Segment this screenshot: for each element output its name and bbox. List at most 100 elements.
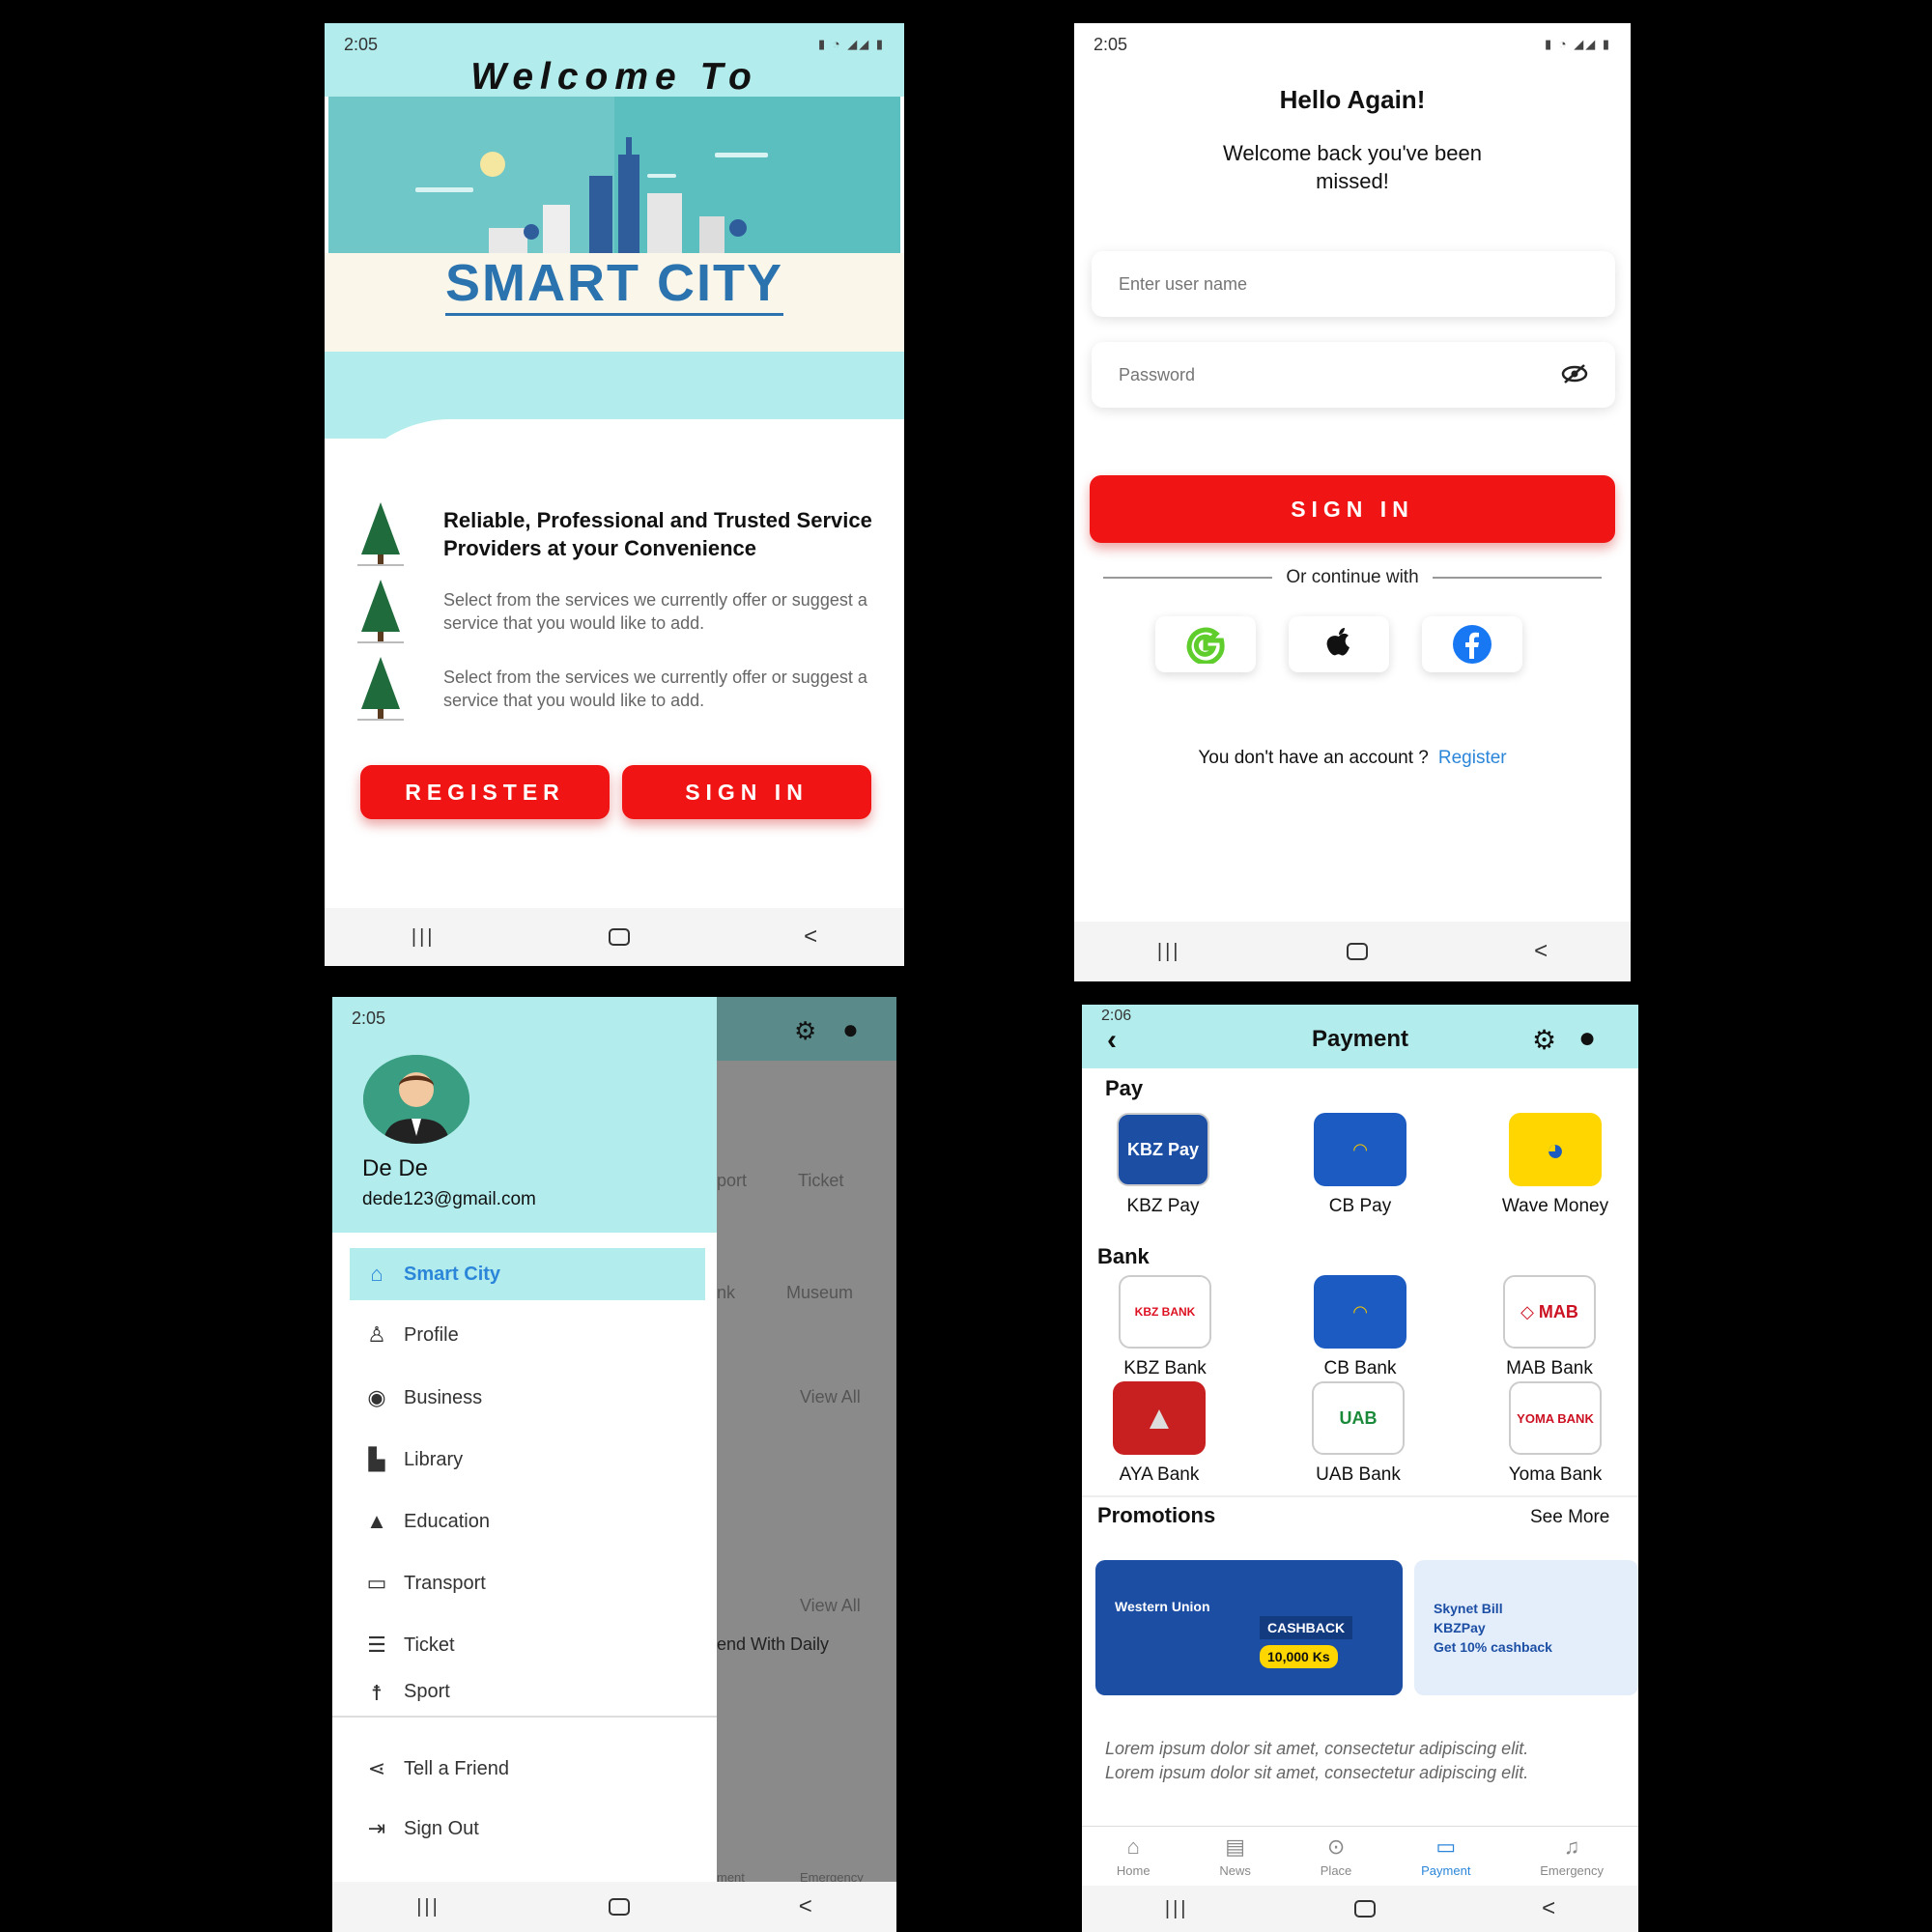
bottom-tab-bar: ⌂ Home ▤ News ⊙ Place ▭ Payment ♫ Emergency	[1082, 1826, 1638, 1886]
smart-city-logo: SMART CITY	[325, 253, 904, 316]
google-icon	[1186, 627, 1225, 664]
drawer-divider	[332, 1716, 717, 1718]
bank-option-uab[interactable]: UAB UAB Bank	[1281, 1381, 1435, 1486]
android-nav-bar: ||| <	[332, 1882, 896, 1932]
menu-item-library[interactable]: ▙ Library	[350, 1434, 705, 1486]
bell-alert-icon: ♫	[1563, 1834, 1580, 1859]
gear-icon[interactable]: ⚙	[1532, 1024, 1556, 1056]
recent-apps-icon[interactable]: |||	[1157, 941, 1181, 963]
facebook-button[interactable]	[1422, 616, 1522, 672]
promo-card[interactable]: Skynet Bill KBZPay Get 10% cashback	[1414, 1560, 1638, 1695]
sign-out-item[interactable]: ⇥ Sign Out	[350, 1803, 705, 1855]
promo-amount: 10,000 Ks	[1260, 1645, 1338, 1668]
signal-icons: ▮ ◔ ◢◢ ▮	[818, 37, 885, 51]
menu-item-smart-city[interactable]: ⌂ Smart City	[350, 1248, 705, 1300]
menu-label: Sport	[404, 1681, 450, 1702]
kbz-pay-icon: KBZ Pay	[1117, 1113, 1209, 1186]
recent-apps-icon[interactable]: |||	[416, 1896, 440, 1918]
ticket-icon: ☰	[367, 1633, 386, 1657]
app-label: KBZ Bank	[1123, 1358, 1207, 1378]
pine-tree-icon	[357, 657, 404, 721]
city-illustration	[328, 97, 900, 253]
app-label: UAB Bank	[1316, 1464, 1401, 1485]
menu-item-education[interactable]: ▲ Education	[350, 1495, 705, 1548]
apple-button[interactable]	[1289, 616, 1389, 672]
rainbow-icon: ◠	[1314, 1113, 1406, 1186]
bg-label: port	[717, 1171, 748, 1190]
home-icon[interactable]	[609, 1898, 631, 1916]
account-icon[interactable]: ●	[1578, 1022, 1596, 1055]
menu-item-ticket[interactable]: ☰ Ticket	[350, 1619, 705, 1671]
bank-option-yoma[interactable]: YOMA BANK Yoma Bank	[1478, 1381, 1633, 1486]
app-label: CB Bank	[1323, 1358, 1397, 1378]
bg-label: View All	[800, 1596, 861, 1615]
tell-friend-item[interactable]: ⋖ Tell a Friend	[350, 1743, 705, 1795]
bank-option-mab[interactable]: ◇ MAB MAB Bank	[1472, 1275, 1627, 1379]
google-button[interactable]	[1155, 616, 1256, 672]
tab-news[interactable]: ▤ News	[1219, 1834, 1251, 1878]
username-input[interactable]	[1092, 251, 1615, 317]
tab-label: Home	[1116, 1863, 1151, 1878]
home-icon[interactable]	[1347, 943, 1369, 960]
feature-text: Select from the services we currently of…	[443, 668, 867, 710]
back-icon[interactable]: <	[1542, 1895, 1555, 1922]
menu-item-sport[interactable]: ☨ Sport	[350, 1681, 705, 1714]
runner-icon: ☨	[371, 1681, 383, 1705]
status-bar: 2:05	[332, 997, 717, 1039]
pay-option-wave[interactable]: ◕ Wave Money	[1478, 1113, 1633, 1217]
tab-home[interactable]: ⌂ Home	[1117, 1834, 1151, 1878]
menu-label: Sign Out	[404, 1817, 479, 1839]
promo-card[interactable]: Western Union CASHBACK 10,000 Ks	[1095, 1560, 1403, 1695]
person-icon: ♙	[367, 1322, 386, 1347]
lorem-line: Lorem ipsum dolor sit amet, consectetur …	[1105, 1739, 1529, 1758]
account-icon[interactable]: ●	[842, 1014, 859, 1045]
menu-item-profile[interactable]: ♙ Profile	[350, 1309, 705, 1361]
menu-label: Ticket	[404, 1634, 455, 1656]
eye-off-icon[interactable]	[1561, 363, 1588, 384]
app-label: CB Pay	[1328, 1196, 1392, 1216]
bank-option-cb[interactable]: ◠ CB Bank	[1283, 1275, 1437, 1379]
home-icon[interactable]	[1354, 1900, 1377, 1918]
pine-tree-icon	[357, 502, 404, 566]
city-skyline-icon	[328, 97, 768, 253]
bank-option-kbz[interactable]: KBZ BANK KBZ Bank	[1088, 1275, 1242, 1379]
menu-item-business[interactable]: ◉ Business	[350, 1372, 705, 1424]
menu-item-transport[interactable]: ▭ Transport	[350, 1557, 705, 1609]
register-button[interactable]: REGISTER	[360, 765, 610, 819]
gear-icon[interactable]: ⚙	[794, 1016, 816, 1046]
dimmed-background[interactable]	[717, 997, 896, 1932]
continue-divider: Or continue with	[1103, 567, 1603, 588]
tab-place[interactable]: ⊙ Place	[1321, 1834, 1352, 1878]
bg-label: Ticket	[798, 1171, 844, 1190]
no-account-text: You don't have an account ?	[1198, 748, 1429, 768]
back-icon[interactable]: <	[1534, 938, 1548, 965]
home-icon[interactable]	[609, 928, 631, 946]
graduation-cap-icon: ▲	[366, 1509, 387, 1533]
payment-icon: ▭	[1435, 1834, 1457, 1859]
bank-option-aya[interactable]: ▲ AYA Bank	[1082, 1381, 1236, 1486]
password-input[interactable]	[1092, 342, 1615, 408]
business-icon: ◉	[367, 1385, 386, 1409]
feature-text: Select from the services we currently of…	[443, 590, 867, 633]
library-icon: ▙	[368, 1447, 385, 1471]
avatar[interactable]	[363, 1055, 469, 1144]
user-name: De De	[362, 1155, 429, 1181]
back-icon[interactable]: <	[799, 1893, 812, 1920]
register-link[interactable]: Register	[1438, 748, 1507, 768]
pay-option-cb[interactable]: ◠ CB Pay	[1283, 1113, 1437, 1217]
tab-payment[interactable]: ▭ Payment	[1421, 1834, 1470, 1878]
tab-emergency[interactable]: ♫ Emergency	[1540, 1834, 1604, 1878]
menu-label: Business	[404, 1386, 483, 1408]
welcome-heading: Welcome To	[470, 56, 758, 98]
recent-apps-icon[interactable]: |||	[412, 926, 436, 949]
status-time: 2:05	[352, 1008, 386, 1028]
back-icon[interactable]: <	[804, 923, 817, 951]
signin-button[interactable]: SIGN IN	[1090, 475, 1615, 543]
mab-bank-icon: ◇ MAB	[1503, 1275, 1596, 1349]
see-more-link[interactable]: See More	[1530, 1507, 1609, 1528]
kbz-bank-icon: KBZ BANK	[1119, 1275, 1211, 1349]
payment-screen: 2:06 ‹ Payment ⚙ ● Pay KBZ Pay KBZ Pay ◠ C…	[1082, 1005, 1638, 1932]
recent-apps-icon[interactable]: |||	[1165, 1898, 1189, 1920]
pay-option-kbz[interactable]: KBZ Pay KBZ Pay	[1086, 1113, 1240, 1217]
signin-button[interactable]: SIGN IN	[622, 765, 871, 819]
